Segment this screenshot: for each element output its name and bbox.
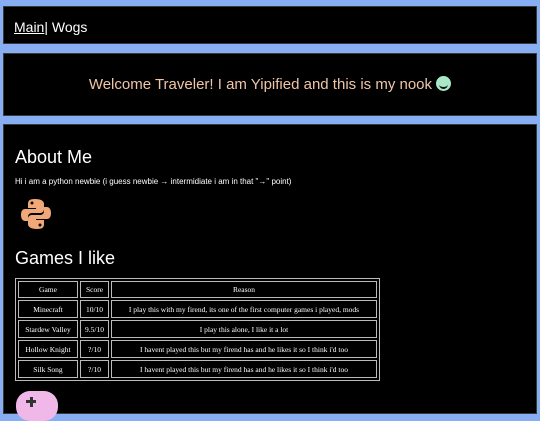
smiling-face-icon bbox=[436, 76, 452, 91]
score-cell: ?/10 bbox=[80, 340, 109, 358]
score-cell: 9.5/10 bbox=[80, 320, 109, 338]
games-table: Game Score Reason Minecraft 10/10 I play… bbox=[15, 278, 380, 381]
score-cell: ?/10 bbox=[80, 360, 109, 378]
welcome-message: Welcome Traveler! I am Yipified and this… bbox=[4, 76, 536, 93]
game-controller-icon bbox=[16, 391, 58, 421]
welcome-banner: Welcome Traveler! I am Yipified and this… bbox=[3, 53, 537, 116]
reason-cell: I play this alone, I like it a lot bbox=[111, 320, 377, 338]
welcome-text: Welcome Traveler! I am Yipified and this… bbox=[88, 76, 433, 93]
table-row: Stardew Valley 9.5/10 I play this alone,… bbox=[18, 320, 377, 338]
nav-separator: | bbox=[44, 19, 48, 35]
python-logo-icon bbox=[21, 199, 51, 229]
header-score: Score bbox=[80, 281, 109, 298]
table-header-row: Game Score Reason bbox=[18, 281, 377, 298]
nav-link-main[interactable]: Main bbox=[14, 19, 44, 35]
game-cell: Silk Song bbox=[18, 360, 78, 378]
score-cell: 10/10 bbox=[80, 300, 109, 318]
header-game: Game bbox=[18, 281, 78, 298]
nav-bar: Main| Wogs bbox=[3, 6, 537, 44]
main-content: About Me Hi i am a python newbie (i gues… bbox=[3, 124, 537, 421]
about-heading: About Me bbox=[15, 147, 93, 167]
about-text: Hi i am a python newbie (i guess newbie … bbox=[15, 177, 292, 186]
games-heading: Games I like bbox=[15, 248, 116, 268]
reason-cell: I havent played this but my firend has a… bbox=[111, 360, 377, 378]
table-row: Hollow Knight ?/10 I havent played this … bbox=[18, 340, 377, 358]
reason-cell: I play this with my firend, its one of t… bbox=[111, 300, 377, 318]
game-cell: Minecraft bbox=[18, 300, 78, 318]
game-cell: Stardew Valley bbox=[18, 320, 78, 338]
nav-link-wogs[interactable]: Wogs bbox=[52, 19, 88, 35]
header-reason: Reason bbox=[111, 281, 377, 298]
table-row: Minecraft 10/10 I play this with my fire… bbox=[18, 300, 377, 318]
table-row: Silk Song ?/10 I havent played this but … bbox=[18, 360, 377, 378]
game-cell: Hollow Knight bbox=[18, 340, 78, 358]
reason-cell: I havent played this but my firend has a… bbox=[111, 340, 377, 358]
